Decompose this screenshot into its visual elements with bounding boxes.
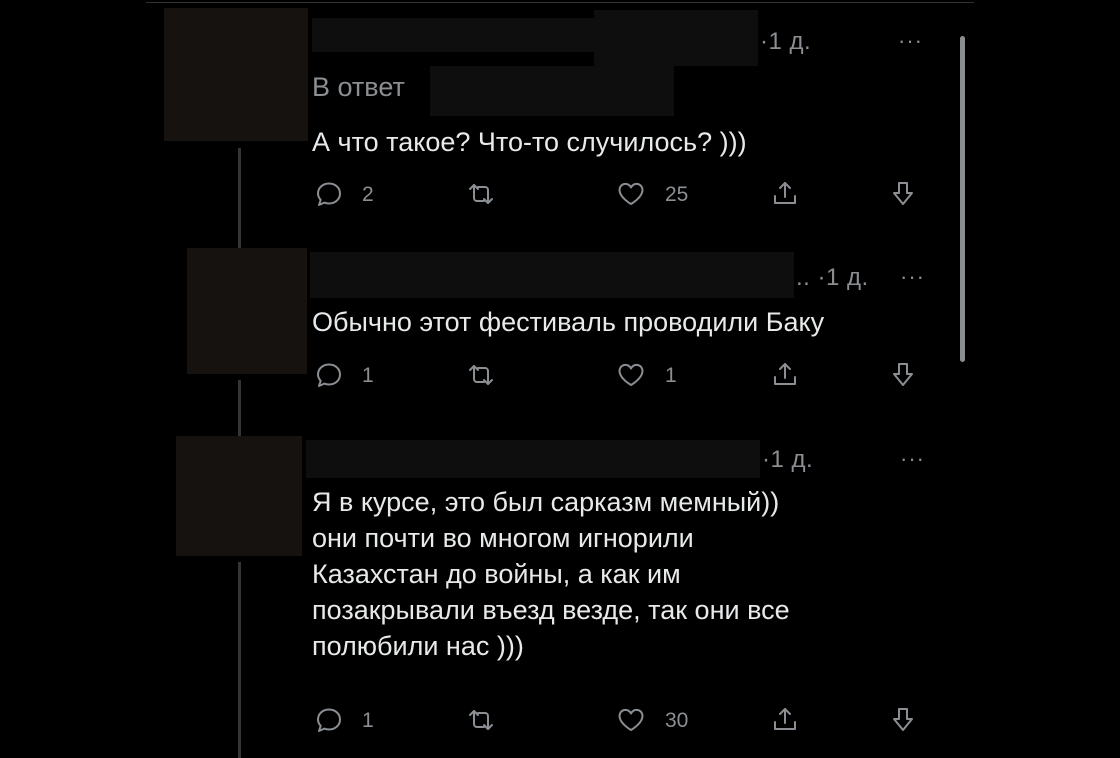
reply-icon[interactable]: [314, 705, 344, 735]
retweet-icon[interactable]: [466, 179, 496, 209]
download-icon[interactable]: [888, 360, 918, 390]
tweet-text-line: они почти во многом игнорили: [312, 523, 694, 553]
share-icon[interactable]: [770, 705, 800, 735]
avatar[interactable]: [164, 8, 308, 141]
like-count: 30: [665, 709, 689, 732]
tweet-text-line: полюбили нас ))): [312, 631, 524, 661]
redacted-name[interactable]: [306, 440, 760, 478]
more-options-button[interactable]: ···: [900, 266, 925, 288]
thread-line: [238, 562, 241, 758]
share-icon[interactable]: [770, 360, 800, 390]
download-icon[interactable]: [888, 705, 918, 735]
reply-count: 2: [362, 183, 374, 206]
more-options-button[interactable]: ···: [900, 448, 925, 470]
like-icon[interactable]: [616, 179, 646, 209]
like-icon[interactable]: [616, 360, 646, 390]
redacted-handle[interactable]: [594, 10, 758, 66]
tweet-text-line: позакрывали въезд везде, так они все: [312, 595, 790, 625]
scrollbar[interactable]: [960, 36, 965, 362]
reply-icon[interactable]: [314, 360, 344, 390]
retweet-icon[interactable]: [466, 705, 496, 735]
share-icon[interactable]: [770, 179, 800, 209]
tweet-text-line: Казахстан до войны, а как им: [312, 559, 681, 589]
timestamp[interactable]: ·1 д.: [760, 28, 811, 56]
tweet-text: Обычно этот фестиваль проводили Баку: [312, 304, 824, 340]
reply-to-label: В ответ: [312, 72, 405, 102]
tweet-text-line: А что такое? Что-то случилось? ))): [312, 127, 747, 157]
thread-line: [238, 148, 241, 248]
redacted-name[interactable]: [312, 18, 594, 52]
like-count: 25: [665, 183, 689, 206]
like-count: 1: [665, 364, 677, 387]
more-options-button[interactable]: ···: [898, 30, 923, 52]
tweet-text: Я в курсе, это был сарказм мемный)) они …: [312, 484, 790, 664]
top-border: [146, 2, 974, 3]
reply-count: 1: [362, 709, 374, 732]
avatar[interactable]: [176, 436, 302, 556]
redacted-name[interactable]: [310, 252, 794, 298]
tweet-text: А что такое? Что-то случилось? ))): [312, 124, 747, 160]
avatar[interactable]: [187, 248, 307, 374]
download-icon[interactable]: [888, 179, 918, 209]
reply-icon[interactable]: [314, 179, 344, 209]
thread-line: [238, 380, 241, 436]
reply-count: 1: [362, 364, 374, 387]
timestamp[interactable]: ·1 д.: [762, 446, 813, 474]
tweet-text-line: Обычно этот фестиваль проводили Баку: [312, 307, 825, 337]
like-icon[interactable]: [616, 705, 646, 735]
timestamp[interactable]: .. ·1 д.: [796, 264, 869, 292]
redacted-reply-handle[interactable]: [430, 66, 674, 116]
tweet-text-line: Я в курсе, это был сарказм мемный)): [312, 487, 780, 517]
retweet-icon[interactable]: [466, 360, 496, 390]
